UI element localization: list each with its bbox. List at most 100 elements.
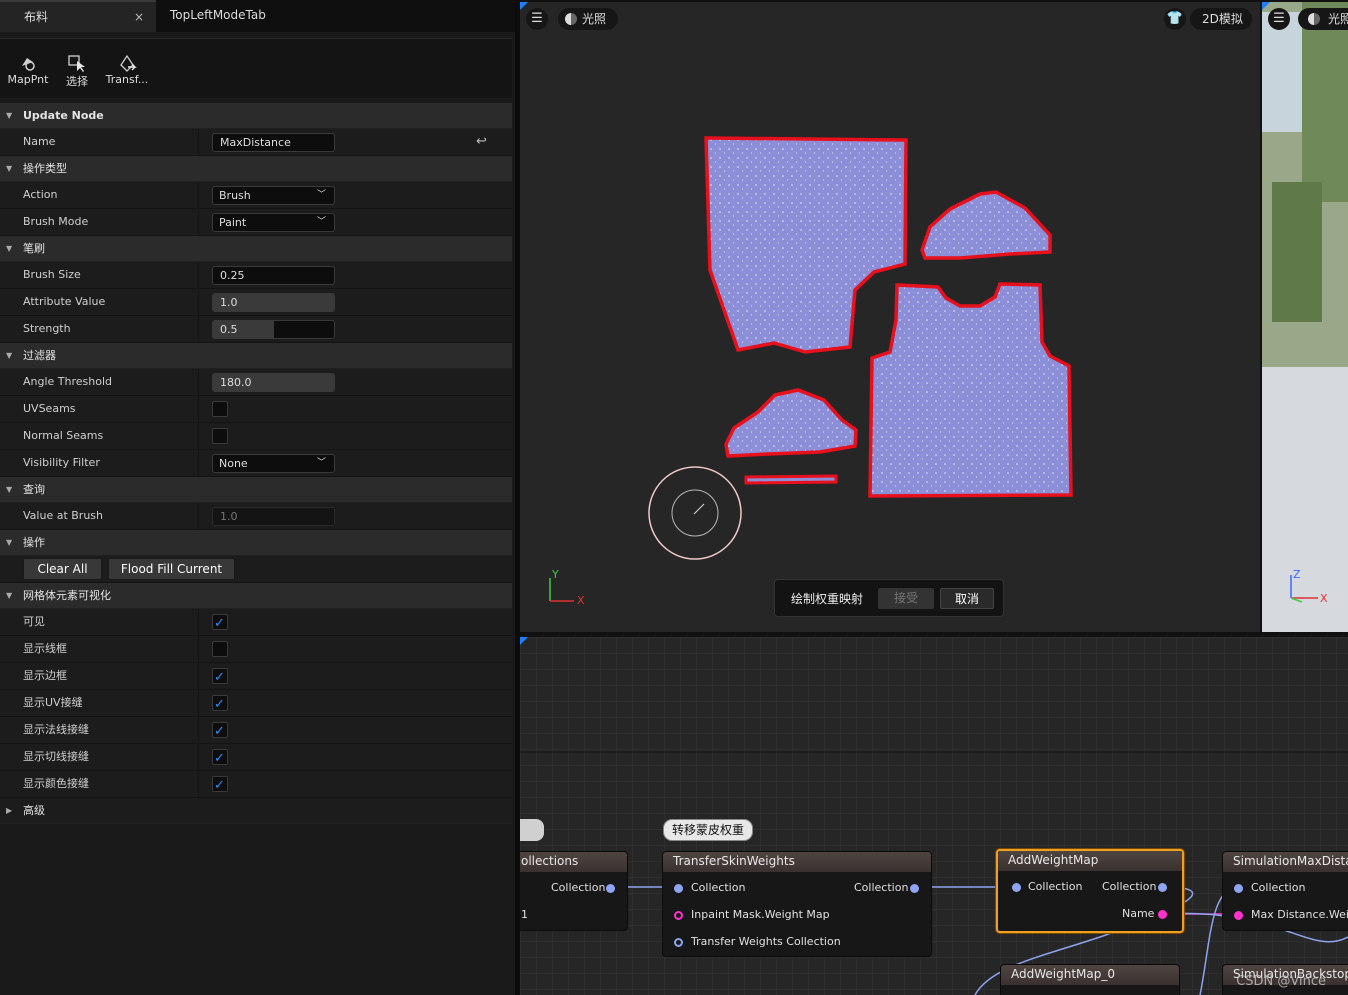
cloth-pattern-strip[interactable] bbox=[744, 474, 838, 485]
output-pin-collection[interactable] bbox=[910, 884, 919, 893]
prop-row-mesh-vis: 显示边框 ✓ bbox=[0, 663, 512, 690]
action-dropdown[interactable]: Brush ﹀ bbox=[212, 186, 335, 205]
prop-row-uvseams: UVSeams bbox=[0, 396, 512, 423]
output-pin-collection[interactable] bbox=[1158, 883, 1167, 892]
section-filter[interactable]: ▼ 过滤器 bbox=[0, 343, 512, 369]
input-pin-collection[interactable] bbox=[1012, 883, 1021, 892]
mesh-vis-checkbox[interactable]: ✓ bbox=[212, 614, 228, 631]
paint-weight-map-bar: 绘制权重映射 接受 取消 bbox=[774, 579, 1004, 617]
viewport-focus-marker bbox=[1262, 2, 1270, 10]
pin-label: Transfer Weights Collection bbox=[691, 935, 841, 948]
comment-bubble-stub[interactable] bbox=[520, 819, 544, 841]
prop-row-visibility-filter: Visibility Filter None ﹀ bbox=[0, 450, 512, 477]
input-pin-collection[interactable] bbox=[674, 884, 683, 893]
output-pin-name[interactable] bbox=[1158, 910, 1167, 919]
mesh-vis-checkbox[interactable]: ✓ bbox=[212, 722, 228, 739]
prop-label: Brush Size bbox=[23, 268, 81, 281]
prop-row-angle-threshold: Angle Threshold 180.0 bbox=[0, 369, 512, 396]
normal-seams-checkbox[interactable] bbox=[212, 428, 228, 444]
mesh-vis-checkbox[interactable] bbox=[212, 641, 228, 657]
reset-arrow-icon[interactable]: ↩ bbox=[476, 129, 487, 155]
section-label: Update Node bbox=[23, 109, 104, 122]
flood-fill-current-button[interactable]: Flood Fill Current bbox=[108, 558, 235, 580]
lighting-mode-button[interactable]: 光照 bbox=[1298, 8, 1348, 30]
node-add-weight-map-0[interactable]: AddWeightMap_0 bbox=[1000, 964, 1180, 995]
input-pin-max-distance[interactable] bbox=[1234, 911, 1243, 920]
slider-value: 1.0 bbox=[220, 296, 238, 309]
cloth-pattern-back[interactable] bbox=[868, 282, 1073, 498]
check-icon: ✓ bbox=[214, 778, 225, 793]
tab-cloth-label: 布料 bbox=[24, 10, 49, 24]
visibility-filter-dropdown[interactable]: None ﹀ bbox=[212, 454, 335, 473]
pattern-canvas[interactable] bbox=[520, 2, 1260, 632]
hamburger-menu-icon[interactable]: ☰ bbox=[1268, 8, 1290, 30]
prop-label: Value at Brush bbox=[23, 509, 103, 522]
mesh-vis-checkbox[interactable]: ✓ bbox=[212, 776, 228, 793]
cloth-pattern-sleeve-bottom[interactable] bbox=[724, 388, 858, 458]
axis-z-label: Z bbox=[1293, 568, 1301, 581]
mesh-vis-checkbox[interactable]: ✓ bbox=[212, 695, 228, 712]
input-pin-inpaint-mask[interactable] bbox=[674, 911, 683, 920]
close-icon[interactable]: × bbox=[134, 2, 144, 32]
prop-row-action: Action Brush ﹀ bbox=[0, 182, 512, 209]
collapse-icon: ▼ bbox=[6, 164, 13, 173]
prop-row-normal-seams: Normal Seams bbox=[0, 423, 512, 450]
prop-label: Normal Seams bbox=[23, 429, 104, 442]
node-simulation-max-distance[interactable]: SimulationMaxDistanc Collection Max Dist… bbox=[1222, 851, 1348, 931]
clear-all-button[interactable]: Clear All bbox=[23, 558, 102, 580]
section-update-node[interactable]: ▼ Update Node bbox=[0, 103, 512, 129]
prop-label: 显示法线接缝 bbox=[23, 723, 89, 736]
tab-topleftmode[interactable]: TopLeftModeTab bbox=[156, 0, 316, 32]
prop-label: 显示线框 bbox=[23, 642, 67, 655]
prop-row-mesh-vis: 显示线框 bbox=[0, 636, 512, 663]
select-cursor-icon bbox=[68, 55, 85, 72]
pin-label: Collection bbox=[854, 881, 909, 894]
dataflow-graph[interactable]: ollections Collection 1 转移蒙皮权重 TransferS… bbox=[520, 637, 1348, 995]
cloth-pattern-sleeve-top[interactable] bbox=[920, 190, 1052, 260]
node-collections[interactable]: ollections Collection 1 bbox=[520, 851, 628, 931]
transfer-icon bbox=[120, 54, 137, 72]
section-op-type[interactable]: ▼ 操作类型 bbox=[0, 156, 512, 182]
accept-button[interactable]: 接受 bbox=[878, 588, 934, 609]
section-advanced[interactable]: ▶ 高级 bbox=[0, 798, 512, 824]
name-field[interactable]: MaxDistance bbox=[212, 133, 335, 152]
cloth-pattern-front-top[interactable] bbox=[704, 136, 908, 354]
splitter[interactable] bbox=[515, 0, 520, 995]
section-operation[interactable]: ▼ 操作 bbox=[0, 530, 512, 556]
brush-mode-dropdown[interactable]: Paint ﹀ bbox=[212, 213, 335, 232]
tool-mappnt-button[interactable]: MapPnt bbox=[3, 53, 53, 86]
cloth-3d-viewport[interactable]: ☰ 光照 Z X bbox=[1262, 2, 1348, 632]
section-query[interactable]: ▼ 查询 bbox=[0, 477, 512, 503]
node-add-weight-map[interactable]: AddWeightMap Collection Collection Name bbox=[996, 849, 1184, 933]
prop-row-attribute-value: Attribute Value 1.0 bbox=[0, 289, 512, 316]
prop-label: 可见 bbox=[23, 615, 45, 628]
section-label: 操作类型 bbox=[23, 162, 67, 175]
cancel-button[interactable]: 取消 bbox=[940, 588, 994, 609]
strength-slider[interactable]: 0.5 bbox=[212, 320, 335, 339]
node-transfer-skin-weights[interactable]: TransferSkinWeights Collection Collectio… bbox=[662, 851, 932, 957]
check-icon: ✓ bbox=[214, 751, 225, 766]
section-mesh-visualization[interactable]: ▼ 网格体元素可视化 bbox=[0, 583, 512, 609]
attribute-value-slider[interactable]: 1.0 bbox=[212, 293, 335, 312]
tab-cloth[interactable]: 布料 × bbox=[0, 0, 156, 32]
section-label: 过滤器 bbox=[23, 349, 56, 362]
tool-mappnt-label: MapPnt bbox=[7, 73, 49, 86]
output-pin-collection[interactable] bbox=[606, 884, 615, 893]
prop-label: 显示切线接缝 bbox=[23, 750, 89, 763]
cloth-2d-viewport[interactable]: ☰ 光照 👕 2D模拟 Y X 绘制权重映射 接受 取消 bbox=[520, 2, 1260, 632]
mesh-vis-checkbox[interactable]: ✓ bbox=[212, 749, 228, 766]
uvseams-checkbox[interactable] bbox=[212, 401, 228, 417]
input-pin-collection[interactable] bbox=[1234, 884, 1243, 893]
brush-size-slider[interactable]: 0.25 bbox=[212, 266, 335, 285]
section-brush[interactable]: ▼ 笔刷 bbox=[0, 236, 512, 262]
tool-select-button[interactable]: 选择 bbox=[52, 53, 102, 89]
prop-label: Visibility Filter bbox=[23, 456, 100, 469]
panel-tab-bar: 布料 × TopLeftModeTab bbox=[0, 0, 515, 32]
tool-transfer-button[interactable]: Transf... bbox=[102, 53, 152, 86]
mesh-vis-checkbox[interactable]: ✓ bbox=[212, 668, 228, 685]
node-comment-bubble[interactable]: 转移蒙皮权重 bbox=[663, 819, 754, 841]
axis-x-label: X bbox=[577, 594, 585, 607]
input-pin-transfer-weights[interactable] bbox=[674, 938, 683, 947]
angle-threshold-slider[interactable]: 180.0 bbox=[212, 373, 335, 392]
section-label: 笔刷 bbox=[23, 242, 45, 255]
